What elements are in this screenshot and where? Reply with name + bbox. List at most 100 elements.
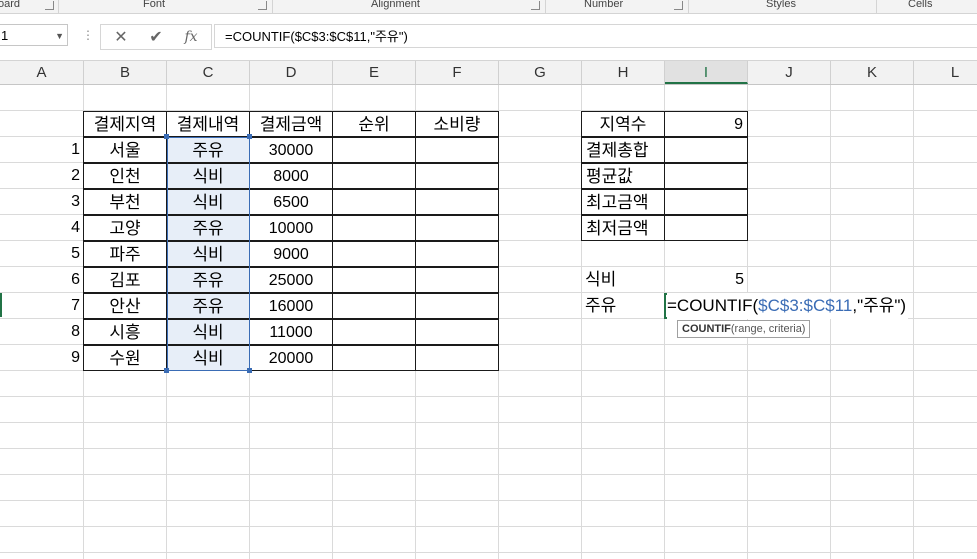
food-count-value[interactable]: 5 [664, 267, 748, 293]
rank-cell[interactable] [332, 163, 416, 189]
item-cell[interactable]: 식비 [166, 189, 250, 215]
column-header-k[interactable]: K [831, 61, 914, 84]
range-handle[interactable] [164, 134, 169, 139]
rank-cell[interactable] [332, 293, 416, 319]
alignment-launcher-icon[interactable] [531, 1, 540, 10]
function-argument-tooltip[interactable]: COUNTIF(range, criteria) [677, 320, 811, 338]
fuel-count-label[interactable]: 주유 [581, 293, 665, 319]
formula-bar-grip-icon[interactable]: ⋮ [82, 28, 94, 42]
summary-value[interactable] [664, 137, 748, 163]
summary-label[interactable]: 최고금액 [581, 189, 665, 215]
column-header-g[interactable]: G [499, 61, 582, 84]
cancel-icon[interactable]: ✕ [106, 25, 136, 49]
column-header-e[interactable]: E [333, 61, 416, 84]
insert-function-icon[interactable]: fx [176, 25, 206, 49]
summary-label[interactable]: 평균값 [581, 163, 665, 189]
amount-cell[interactable]: 16000 [249, 293, 333, 319]
food-count-label[interactable]: 식비 [581, 267, 665, 293]
summary-value[interactable] [664, 215, 748, 241]
rank-cell[interactable] [332, 241, 416, 267]
summary-label[interactable]: 결제총합 [581, 137, 665, 163]
consumption-cell[interactable] [415, 345, 499, 371]
column-header-i[interactable]: I [665, 61, 748, 84]
amount-cell[interactable]: 20000 [249, 345, 333, 371]
summary-value[interactable] [664, 189, 748, 215]
rank-cell[interactable] [332, 345, 416, 371]
range-handle[interactable] [247, 134, 252, 139]
consumption-cell[interactable] [415, 319, 499, 345]
row-number[interactable]: 2 [0, 163, 84, 189]
amount-cell[interactable]: 11000 [249, 319, 333, 345]
item-cell[interactable]: 주유 [166, 137, 250, 163]
column-header-d[interactable]: D [250, 61, 333, 84]
column-header-l[interactable]: L [914, 61, 977, 84]
item-cell[interactable]: 주유 [166, 267, 250, 293]
region-cell[interactable]: 안산 [83, 293, 167, 319]
item-cell[interactable]: 식비 [166, 345, 250, 371]
header-item[interactable]: 결제내역 [166, 111, 250, 137]
column-header-c[interactable]: C [167, 61, 250, 84]
row-number[interactable]: 5 [0, 241, 84, 267]
consumption-cell[interactable] [415, 293, 499, 319]
region-cell[interactable]: 파주 [83, 241, 167, 267]
region-cell[interactable]: 고양 [83, 215, 167, 241]
region-cell[interactable]: 수원 [83, 345, 167, 371]
consumption-cell[interactable] [415, 189, 499, 215]
rank-cell[interactable] [332, 319, 416, 345]
header-region[interactable]: 결제지역 [83, 111, 167, 137]
region-cell[interactable]: 김포 [83, 267, 167, 293]
row-number[interactable]: 7 [0, 293, 84, 319]
row-number[interactable]: 4 [0, 215, 84, 241]
row-number[interactable]: 1 [0, 137, 84, 163]
column-header-h[interactable]: H [582, 61, 665, 84]
item-cell[interactable]: 식비 [166, 163, 250, 189]
range-handle[interactable] [247, 368, 252, 373]
name-box[interactable]: 1 ▼ [0, 24, 68, 46]
rank-cell[interactable] [332, 215, 416, 241]
row-number[interactable]: 3 [0, 189, 84, 215]
amount-cell[interactable]: 10000 [249, 215, 333, 241]
in-cell-formula[interactable]: =COUNTIF($C$3:$C$11,"주유") [667, 293, 909, 319]
rank-cell[interactable] [332, 189, 416, 215]
font-launcher-icon[interactable] [258, 1, 267, 10]
formula-input[interactable]: =COUNTIF($C$3:$C$11,"주유") [214, 24, 977, 48]
amount-cell[interactable]: 6500 [249, 189, 333, 215]
region-cell[interactable]: 인천 [83, 163, 167, 189]
rank-cell[interactable] [332, 267, 416, 293]
item-cell[interactable]: 식비 [166, 241, 250, 267]
chevron-down-icon[interactable]: ▼ [55, 25, 64, 47]
consumption-cell[interactable] [415, 163, 499, 189]
row-number[interactable]: 6 [0, 267, 84, 293]
row-number[interactable]: 9 [0, 345, 84, 371]
column-header-b[interactable]: B [84, 61, 167, 84]
enter-icon[interactable]: ✔ [141, 25, 171, 49]
item-cell[interactable]: 주유 [166, 215, 250, 241]
amount-cell[interactable]: 9000 [249, 241, 333, 267]
amount-cell[interactable]: 8000 [249, 163, 333, 189]
consumption-cell[interactable] [415, 241, 499, 267]
header-consumption[interactable]: 소비량 [415, 111, 499, 137]
consumption-cell[interactable] [415, 215, 499, 241]
rank-cell[interactable] [332, 137, 416, 163]
summary-label[interactable]: 최저금액 [581, 215, 665, 241]
consumption-cell[interactable] [415, 267, 499, 293]
region-cell[interactable]: 서울 [83, 137, 167, 163]
column-header-j[interactable]: J [748, 61, 831, 84]
header-amount[interactable]: 결제금액 [249, 111, 333, 137]
header-rank[interactable]: 순위 [332, 111, 416, 137]
range-handle[interactable] [164, 368, 169, 373]
row-number[interactable]: 8 [0, 319, 84, 345]
region-cell[interactable]: 시흥 [83, 319, 167, 345]
amount-cell[interactable]: 25000 [249, 267, 333, 293]
tooltip-function-name[interactable]: COUNTIF [682, 323, 731, 335]
consumption-cell[interactable] [415, 137, 499, 163]
item-cell[interactable]: 식비 [166, 319, 250, 345]
region-cell[interactable]: 부천 [83, 189, 167, 215]
clipboard-launcher-icon[interactable] [45, 1, 54, 10]
item-cell[interactable]: 주유 [166, 293, 250, 319]
summary-label[interactable]: 지역수 [581, 111, 665, 137]
column-header-a[interactable]: A [0, 61, 84, 84]
column-header-f[interactable]: F [416, 61, 499, 84]
summary-value[interactable]: 9 [664, 111, 748, 137]
amount-cell[interactable]: 30000 [249, 137, 333, 163]
